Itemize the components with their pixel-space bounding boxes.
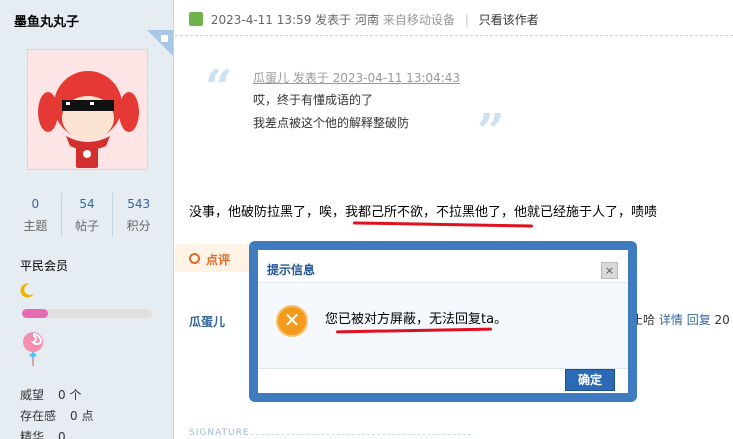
post-content: 没事，他破防拉黑了，唉，我都己所不欲，不拉黑他了，他就已经施于人了，啧啧 [189, 205, 658, 220]
notice-dialog: 提示信息 × ✕ 您已被对方屏蔽，无法回复ta。 确定 [249, 241, 637, 402]
prestige-value: 0 个 [58, 388, 82, 402]
dialog-header: 提示信息 × [258, 250, 628, 282]
rate-button[interactable]: 点评 [175, 244, 251, 272]
dialog-panel: 提示信息 × ✕ 您已被对方屏蔽，无法回复ta。 确定 [258, 250, 628, 393]
rate-circle-icon [189, 253, 200, 264]
quote-line-2: 我差点被这个他的解释整破防 [253, 116, 410, 130]
online-status-icon [189, 12, 203, 26]
presence-label: 存在感 [20, 409, 57, 423]
author-sidebar: 墨鱼丸丸子 0 主题 54 帖子 543 积分 平民会员 威望 0 个 存在感 … [0, 0, 174, 439]
quote-author-link[interactable]: 瓜蛋儿 发表于 2023-04-11 13:04:43 [253, 69, 460, 86]
quote-block: “ 瓜蛋儿 发表于 2023-04-11 13:04:43 哎，终于有懂成语的了… [205, 60, 515, 156]
avatar[interactable] [27, 49, 148, 170]
prestige-label: 威望 [20, 388, 45, 402]
post-device: 来自移动设备 [382, 13, 455, 27]
author-name[interactable]: 墨鱼丸丸子 [14, 11, 79, 30]
lollipop-medal-icon [23, 332, 43, 366]
only-author-link[interactable]: 只看该作者 [479, 13, 539, 27]
essence-label: 精华 [20, 430, 45, 439]
user-rank[interactable]: 平民会员 [20, 257, 68, 274]
comment-reply-link[interactable]: 回复 [687, 313, 711, 327]
profile-row-presence: 存在感 0 点 [20, 407, 93, 424]
quote-line-1: 哎，终于有懂成语的了 [253, 93, 374, 107]
quote-open-icon: “ [205, 60, 233, 116]
dialog-body: ✕ 您已被对方屏蔽，无法回复ta。 [258, 282, 628, 368]
stat-threads[interactable]: 0 主题 [10, 193, 62, 237]
comment-time-fragment: 20 [714, 313, 730, 327]
close-icon[interactable]: × [601, 262, 618, 279]
dialog-title: 提示信息 [267, 263, 316, 277]
essence-value: 0 [58, 430, 66, 439]
stat-credits-value: 543 [127, 197, 151, 211]
stat-posts[interactable]: 54 帖子 [62, 193, 114, 237]
profile-row-essence: 精华 0 [20, 428, 66, 439]
presence-value: 0 点 [70, 409, 94, 423]
moon-level-icon [20, 283, 34, 298]
profile-row-prestige: 威望 0 个 [20, 386, 81, 403]
annotation-underline-dialog [335, 327, 493, 334]
comment-tail: 止哈 详情 回复 20 [631, 311, 730, 328]
annotation-underline-content [352, 221, 534, 228]
comment-detail-link[interactable]: 详情 [659, 313, 683, 327]
stat-threads-value: 0 [31, 197, 40, 211]
quote-close-icon: ” [477, 104, 505, 160]
post-location: 河南 [355, 13, 380, 27]
stat-threads-label: 主题 [23, 219, 48, 233]
error-icon: ✕ [276, 305, 308, 337]
signature-divider [251, 434, 471, 435]
comment-user-link[interactable]: 瓜蛋儿 [189, 313, 225, 330]
level-progress-bar [22, 309, 152, 318]
post-meta: 2023-4-11 13:59 发表于 河南 来自移动设备 | 只看该作者 [189, 11, 539, 28]
dialog-message: 您已被对方屏蔽，无法回复ta。 [325, 312, 508, 327]
author-stats: 0 主题 54 帖子 543 积分 [10, 193, 164, 237]
online-corner-icon [147, 30, 173, 56]
meta-separator: | [464, 13, 469, 27]
avatar-illustration-icon [38, 71, 139, 168]
rate-label: 点评 [206, 253, 231, 267]
stat-posts-label: 帖子 [75, 219, 100, 233]
signature-label: SIGNATURE [189, 428, 250, 438]
meta-divider [175, 35, 733, 36]
confirm-button[interactable]: 确定 [565, 369, 615, 391]
stat-credits[interactable]: 543 积分 [113, 193, 164, 237]
level-progress-fill [22, 309, 48, 318]
dialog-footer: 确定 [258, 368, 628, 393]
stat-posts-value: 54 [79, 197, 95, 211]
post-date: 2023-4-11 13:59 [210, 13, 312, 27]
posted-label: 发表于 [315, 13, 352, 27]
stat-credits-label: 积分 [126, 219, 151, 233]
